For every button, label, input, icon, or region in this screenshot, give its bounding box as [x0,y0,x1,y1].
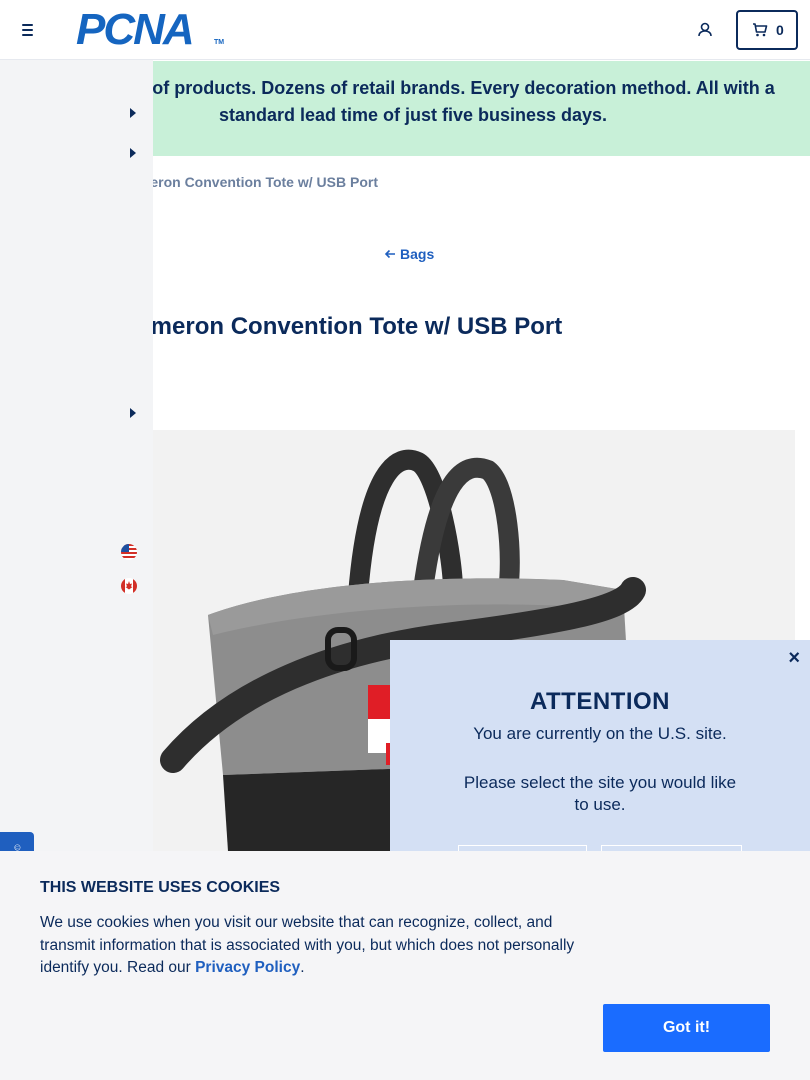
logo-text: PCNA [76,5,195,54]
cookie-banner-text: We use cookies when you visit our websit… [40,912,610,980]
attention-message: You are currently on the U.S. site. [473,724,727,743]
attention-title: ATTENTION [529,688,671,715]
breadcrumb-current: Cameron Convention Tote w/ USB Port [120,174,378,190]
logo-trademark: TM [214,39,225,46]
site-header: PCNA TM 0 [0,0,810,60]
caret-right-icon[interactable] [130,105,136,118]
caret-right-icon[interactable] [130,405,136,418]
cart-button[interactable]: 0 [736,10,798,50]
back-to-category-link[interactable]: Bags [384,246,434,262]
breadcrumb: Cameron Convention Tote w/ USB Port [120,174,378,190]
attention-prompt: Please select the site you would like to… [463,773,737,814]
arrow-left-icon [384,246,396,262]
canada-flag-icon[interactable] [121,578,137,594]
us-flag-icon[interactable] [121,544,137,560]
hamburger-menu-icon[interactable] [18,20,38,40]
account-icon[interactable] [695,20,715,40]
cart-count: 0 [776,22,784,38]
cookie-banner: THIS WEBSITE USES COOKIES We use cookies… [0,851,810,1080]
cookie-banner-title: THIS WEBSITE USES COOKIES [40,879,281,896]
close-icon[interactable]: × [788,648,800,668]
privacy-policy-link[interactable]: Privacy Policy [195,959,300,976]
cart-icon [752,22,768,38]
product-title: Cameron Convention Tote w/ USB Port [120,313,563,340]
cookie-text-body: We use cookies when you visit our websit… [40,914,575,976]
accept-cookies-button[interactable]: Got it! [603,1004,770,1052]
site-selection-modal: × ATTENTION You are currently on the U.S… [390,640,810,863]
back-link-label: Bags [400,246,435,262]
cookie-text-end: . [300,959,305,976]
caret-right-icon[interactable] [130,145,136,158]
pcna-logo[interactable]: PCNA TM [76,5,226,54]
